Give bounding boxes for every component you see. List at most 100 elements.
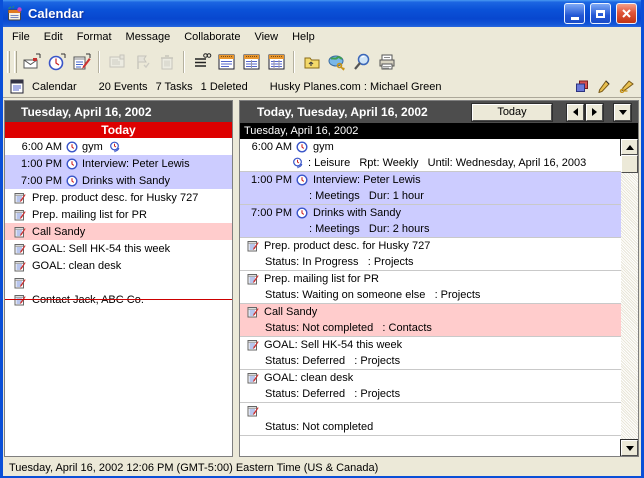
month-view-button[interactable] [264,50,289,74]
menu-message[interactable]: Message [119,29,178,45]
task-row[interactable]: GOAL: clean desk Status: Deferred : Proj… [240,370,621,403]
title-bar[interactable]: Calendar [3,0,641,27]
scroll-up-button[interactable] [621,139,638,155]
task-row[interactable]: Prep. mailing list for PR [5,206,232,223]
clock-icon [66,158,78,170]
scroll-down-button[interactable] [621,440,638,456]
summary-date-header: Tuesday, April 16, 2002 [5,101,232,122]
task-title: Call Sandy [264,306,317,318]
printer-icon [377,52,397,72]
task-row[interactable]: Call Sandy Status: Not completed : Conta… [240,304,621,337]
event-row[interactable]: 6:00 AM gym [5,138,232,155]
account-name: Husky Planes.com : Michael Green [270,81,442,93]
toolbar-separator [293,51,295,73]
minimize-button[interactable] [564,3,585,24]
toolbar-separator [183,51,185,73]
task-title: Prep. mailing list for PR [264,273,379,285]
menu-view[interactable]: View [247,29,285,45]
menu-edit[interactable]: Edit [37,29,70,45]
task-row[interactable]: Prep. product desc. for Husky 727 [5,189,232,206]
trash-icon [157,52,177,72]
clock-icon [296,174,308,186]
previous-day-button[interactable] [567,104,584,121]
new-appointment-button[interactable] [44,50,69,74]
task-title: GOAL: clean desk [32,260,121,272]
menu-collaborate[interactable]: Collaborate [177,29,247,45]
multi-day-list-button[interactable] [189,50,214,74]
pencil-icon[interactable] [598,80,610,93]
find-button[interactable] [349,50,374,74]
next-day-button[interactable] [586,104,603,121]
toolbar-separator [98,51,100,73]
calendar-week-icon [242,52,262,72]
detail-list: 6:00 AM gym : Leisure Rpt: Weekly Until:… [240,139,638,456]
address-book-button[interactable] [324,50,349,74]
today-button[interactable]: Today [472,104,552,121]
detail-header-bar: Today, Tuesday, April 16, 2002 Today [240,101,638,123]
task-row[interactable]: GOAL: clean desk [5,257,232,274]
event-time: 7:00 PM [240,207,292,219]
day-view-button[interactable] [214,50,239,74]
today-banner[interactable]: Today [5,122,232,138]
task-row[interactable]: Status: Not completed [240,403,621,436]
status-bar: Tuesday, April 16, 2002 12:06 PM (GMT-5:… [3,459,641,476]
recurrence-icon [109,141,122,153]
clock-new-icon [47,52,67,72]
task-icon [247,372,259,384]
task-row[interactable]: GOAL: Sell HK-54 this week [5,240,232,257]
task-title: GOAL: Sell HK-54 this week [264,339,402,351]
menu-help[interactable]: Help [285,29,322,45]
chevron-left-icon [573,108,578,116]
scrollbar-thumb[interactable] [621,155,638,173]
new-event-button[interactable] [19,50,44,74]
view-dropdown-button[interactable] [614,104,631,121]
scroll-up-icon [626,145,634,150]
event-row[interactable]: 6:00 AM gym : Leisure Rpt: Weekly Until:… [240,139,621,172]
maximize-button[interactable] [590,3,611,24]
status-text: Tuesday, April 16, 2002 12:06 PM (GMT-5:… [9,462,378,474]
event-title: Drinks with Sandy [313,207,401,219]
flag-icon [132,52,152,72]
vertical-scrollbar[interactable] [621,139,638,456]
task-icon [14,260,26,272]
task-row[interactable]: Call Sandy [5,223,232,240]
toolbar-grip[interactable] [7,51,10,73]
menu-format[interactable]: Format [70,29,119,45]
up-folder-button[interactable] [299,50,324,74]
event-row[interactable]: 1:00 PM Interview: Peter Lewis : Meeting… [240,172,621,205]
task-icon [14,226,26,238]
event-title: Interview: Peter Lewis [313,174,421,186]
detail-panel: Today, Tuesday, April 16, 2002 Today Tue… [239,100,639,457]
scroll-down-icon [626,446,634,451]
week-view-button[interactable] [239,50,264,74]
task-icon [247,339,259,351]
task-title: Prep. product desc. for Husky 727 [32,192,198,204]
task-row[interactable]: Prep. product desc. for Husky 727 Status… [240,238,621,271]
event-row[interactable]: 7:00 PM Drinks with Sandy : Meetings Dur… [240,205,621,238]
task-row-deleted[interactable]: Contact Jack, ABC Co. [5,291,232,308]
event-row[interactable]: 1:00 PM Interview: Peter Lewis [5,155,232,172]
recurrence-icon [292,157,305,169]
menu-file[interactable]: File [5,29,37,45]
chevron-down-icon [619,110,627,115]
tasks-count: 7 Tasks [156,81,193,93]
close-button[interactable] [616,3,637,24]
event-title: Interview: Peter Lewis [82,158,190,170]
task-icon [247,273,259,285]
task-row[interactable] [5,274,232,291]
calendar-icon [10,79,24,94]
envelope-new-icon [22,52,42,72]
detail-date-header: Today, Tuesday, April 16, 2002 [247,105,472,119]
mark-complete-button [129,50,154,74]
clock-icon [66,175,78,187]
event-title: gym [82,141,103,153]
toolbar-grip[interactable] [14,51,17,73]
new-task-button[interactable] [69,50,94,74]
pen-icon[interactable] [619,80,634,93]
task-row[interactable]: GOAL: Sell HK-54 this week Status: Defer… [240,337,621,370]
task-row[interactable]: Prep. mailing list for PR Status: Waitin… [240,271,621,304]
event-row[interactable]: 7:00 PM Drinks with Sandy [5,172,232,189]
print-button[interactable] [374,50,399,74]
task-icon [247,306,259,318]
proxy-icon[interactable] [575,80,589,93]
